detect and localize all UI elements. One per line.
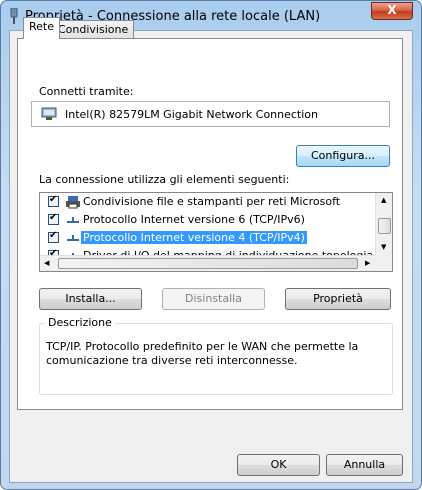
list-item-selected[interactable]: Protocollo Internet versione 4 (TCP/IPv4… — [40, 229, 377, 247]
protocol-icon — [67, 235, 79, 241]
adapter-field: Intel(R) 82579LM Gigabit Network Connect… — [31, 101, 390, 127]
horizontal-scrollbar[interactable]: ◀ ▶ — [40, 255, 377, 271]
scroll-down-arrow-icon[interactable]: ▼ — [381, 243, 386, 251]
install-button[interactable]: Installa... — [39, 288, 142, 310]
ok-button[interactable]: OK — [237, 454, 320, 476]
scroll-corner — [375, 255, 392, 271]
uninstall-button[interactable]: Disinstalla — [162, 288, 265, 310]
item-label: Protocollo Internet versione 4 (TCP/IPv4… — [81, 231, 307, 244]
item-checkbox[interactable] — [48, 212, 59, 225]
network-adapter-icon — [41, 107, 57, 120]
description-text: TCP/IP. Protocollo predefinito per le WA… — [46, 340, 359, 367]
adapter-name: Intel(R) 82579LM Gigabit Network Connect… — [65, 108, 318, 121]
components-list[interactable]: Condivisione file e stampanti per reti M… — [39, 192, 393, 272]
connect-via-label: Connetti tramite: — [39, 85, 134, 98]
item-checkbox[interactable] — [48, 194, 59, 207]
horizontal-scroll-thumb[interactable] — [58, 258, 358, 269]
list-item[interactable]: Condivisione file e stampanti per reti M… — [40, 193, 377, 211]
tab-rete[interactable]: Rete — [23, 17, 60, 39]
item-label: Condivisione file e stampanti per reti M… — [83, 195, 341, 208]
tab-condivisione[interactable]: Condivisione — [52, 20, 135, 38]
scroll-right-arrow-icon[interactable]: ▶ — [365, 259, 370, 267]
vertical-scroll-thumb[interactable] — [378, 218, 391, 234]
cancel-button[interactable]: Annulla — [326, 454, 403, 476]
description-title: Descrizione — [45, 316, 115, 329]
protocol-icon — [67, 217, 79, 223]
configure-button[interactable]: Configura... — [296, 145, 390, 167]
item-checkbox[interactable] — [48, 230, 59, 243]
item-label: Protocollo Internet versione 6 (TCP/IPv6… — [83, 213, 305, 226]
close-button[interactable]: X — [371, 2, 413, 20]
scroll-up-arrow-icon[interactable]: ▲ — [381, 196, 386, 204]
vertical-scrollbar[interactable]: ▲ ▼ — [375, 193, 392, 256]
items-label: La connessione utilizza gli elementi seg… — [39, 173, 290, 186]
file-printer-sharing-icon — [66, 196, 80, 209]
scroll-left-arrow-icon[interactable]: ◀ — [44, 259, 49, 267]
properties-button[interactable]: Proprietà — [285, 288, 391, 310]
list-item[interactable]: Protocollo Internet versione 6 (TCP/IPv6… — [40, 211, 377, 229]
network-plug-icon — [10, 8, 18, 24]
